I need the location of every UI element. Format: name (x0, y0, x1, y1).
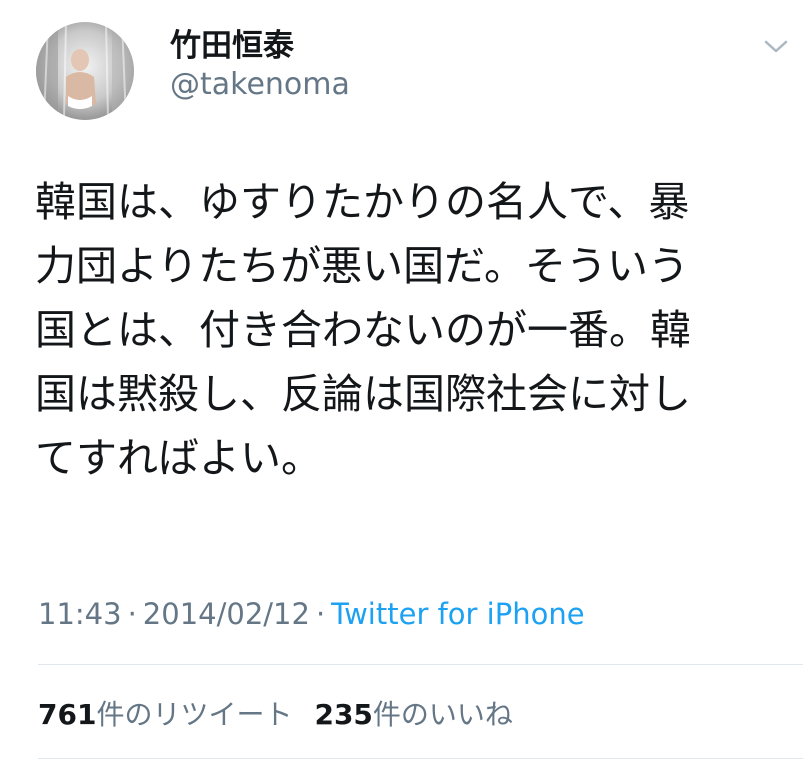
tweet-text-line: 国は黙殺し、反論は国際社会に対し (35, 370, 691, 418)
display-name[interactable]: 竹田恒泰 (170, 26, 294, 66)
like-label: 件のいいね (372, 698, 513, 731)
divider (38, 664, 803, 665)
meta-separator: · (315, 597, 326, 631)
like-count: 235 (314, 698, 373, 731)
retweet-count-link[interactable]: 761件のリツイート (38, 698, 292, 731)
retweet-count: 761 (38, 698, 97, 731)
tweet-text-line: てすればよい。 (35, 434, 322, 482)
tweet-stats: 761件のリツイート 235件のいいね (38, 695, 513, 735)
like-count-link[interactable]: 235件のいいね (314, 698, 512, 731)
tweet-text: 韓国は、ゆすりたかりの名人で、暴 力団よりたちが悪い国だ。そういう 国とは、付き… (35, 170, 770, 490)
avatar[interactable] (36, 22, 134, 120)
retweet-label: 件のリツイート (96, 698, 293, 731)
tweet-date[interactable]: 2014/02/12 (143, 597, 310, 631)
meta-separator: · (127, 597, 137, 631)
avatar-image (36, 22, 134, 120)
tweet-text-line: 国とは、付き合わないのが一番。韓 (35, 306, 691, 354)
divider (38, 758, 803, 759)
tweet-metadata: 11:43 · 2014/02/12 · Twitter for iPhone (38, 594, 585, 634)
tweet-text-line: 韓国は、ゆすりたかりの名人で、暴 (35, 178, 690, 226)
chevron-down-icon[interactable] (760, 30, 792, 62)
tweet-text-line: 力団よりたちが悪い国だ。そういう (35, 242, 689, 290)
tweet-source-link[interactable]: Twitter for iPhone (331, 597, 584, 631)
tweet-time[interactable]: 11:43 (38, 597, 122, 631)
user-handle[interactable]: @takenoma (170, 65, 350, 105)
